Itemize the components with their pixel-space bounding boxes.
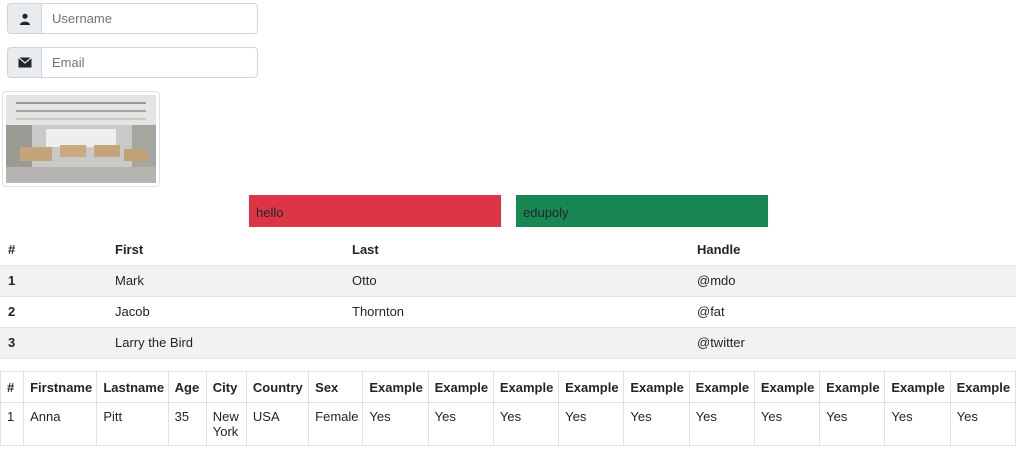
header-cell: Example: [949, 371, 1016, 403]
table-cell: Yes: [362, 402, 429, 446]
striped-table: # First Last Handle 1 Mark Otto @mdo 2 J…: [0, 234, 1016, 359]
table-header-row: # Firstname Lastname Age City Country Se…: [0, 371, 1016, 403]
table-cell: Yes: [427, 402, 494, 446]
email-input-group: [7, 47, 258, 78]
table-row: 1 Mark Otto @mdo: [0, 265, 1016, 296]
table-cell: @twitter: [697, 335, 745, 350]
row-number-cell: 1: [8, 273, 16, 288]
table-cell: @fat: [697, 304, 725, 319]
bordered-table: # Firstname Lastname Age City Country Se…: [0, 371, 1016, 446]
table-cell: Yes: [688, 402, 755, 446]
header-cell: Last: [344, 234, 689, 266]
table-cell: Yes: [492, 402, 560, 446]
table-row: 2 Jacob Thornton @fat: [0, 296, 1016, 327]
envelope-icon: [7, 47, 41, 78]
edupoly-box: edupoly: [516, 195, 768, 227]
table-cell: Anna: [23, 402, 98, 446]
header-cell: Example: [362, 371, 429, 403]
header-cell: Example: [884, 371, 951, 403]
table-cell: Yes: [753, 402, 821, 446]
table-cell: Pitt: [96, 402, 169, 446]
header-cell: Firstname: [23, 371, 98, 403]
table-cell: Larry the Bird: [115, 335, 194, 350]
header-cell: #: [0, 234, 107, 266]
table-cell: Yes: [884, 402, 951, 446]
header-cell: First: [107, 234, 344, 266]
header-cell: City: [205, 371, 247, 403]
table-cell: USA: [245, 402, 310, 446]
table-row: 3 Larry the Bird @twitter: [0, 327, 1016, 358]
username-input[interactable]: [41, 3, 258, 34]
header-cell: Example: [492, 371, 560, 403]
header-cell: Lastname: [96, 371, 169, 403]
header-cell: Example: [688, 371, 755, 403]
header-cell: #: [0, 371, 25, 403]
table-cell: Jacob: [115, 304, 150, 319]
table-cell: 35: [167, 402, 207, 446]
row-number-cell: 2: [8, 304, 16, 319]
table-cell: Thornton: [352, 304, 405, 319]
table-cell: @mdo: [697, 273, 736, 288]
table-cell: Mark: [115, 273, 144, 288]
username-input-group: [7, 3, 258, 34]
header-cell: Example: [623, 371, 690, 403]
table-cell: [344, 327, 689, 358]
table-cell: Yes: [949, 402, 1016, 446]
table-cell: New York: [205, 402, 247, 446]
table-header-row: # First Last Handle: [0, 234, 1016, 266]
table-cell: Yes: [623, 402, 690, 446]
table-cell: Yes: [819, 402, 886, 446]
office-image: [6, 95, 156, 183]
header-cell: Handle: [689, 234, 1016, 266]
header-cell: Age: [167, 371, 207, 403]
table-row: 1 Anna Pitt 35 New York USA Female Yes Y…: [0, 402, 1016, 446]
hello-box: hello: [249, 195, 501, 227]
table-cell: Female: [308, 402, 364, 446]
email-input[interactable]: [41, 47, 258, 78]
header-cell: Country: [245, 371, 310, 403]
table-cell: Otto: [352, 273, 377, 288]
table-cell: 1: [0, 402, 25, 446]
header-cell: Example: [427, 371, 494, 403]
office-image-thumbnail: [2, 91, 160, 187]
table-cell: Yes: [558, 402, 625, 446]
header-cell: Example: [753, 371, 821, 403]
header-cell: Sex: [308, 371, 364, 403]
page: hello edupoly # First Last Handle 1 Mark…: [0, 0, 1016, 455]
row-number-cell: 3: [8, 335, 16, 350]
header-cell: Example: [558, 371, 625, 403]
user-icon: [7, 3, 41, 34]
header-cell: Example: [819, 371, 886, 403]
